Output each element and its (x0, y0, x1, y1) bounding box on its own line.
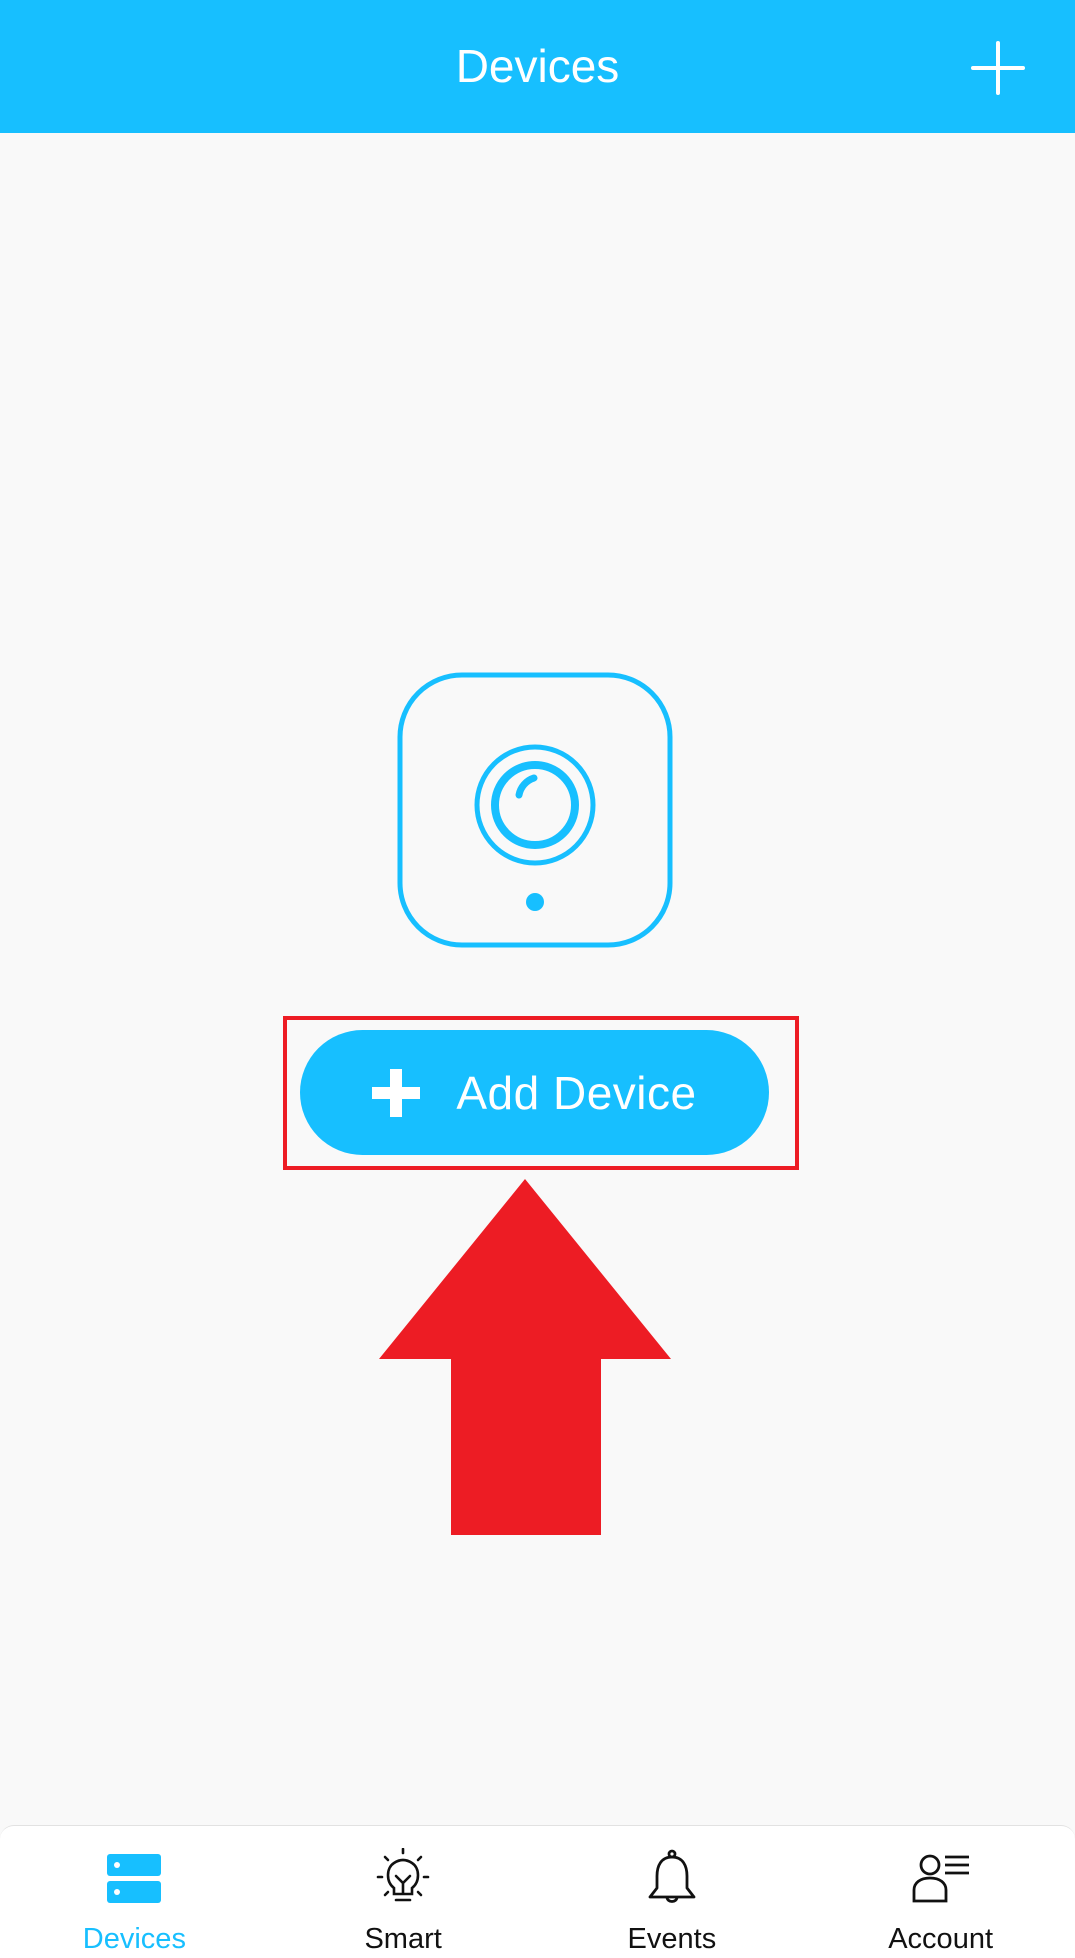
nav-label: Events (627, 1923, 717, 1955)
nav-item-account[interactable]: Account (806, 1826, 1075, 1958)
bottom-nav: Devices Smart Events Account (0, 1825, 1075, 1958)
page-title: Devices (455, 40, 620, 92)
bell-icon (648, 1849, 696, 1903)
add-device-label: Add Device (456, 1066, 697, 1119)
nav-item-devices[interactable]: Devices (0, 1826, 269, 1958)
nav-item-smart[interactable]: Smart (269, 1826, 538, 1958)
annotation-up-arrow-icon (379, 1179, 671, 1535)
camera-icon (397, 672, 673, 948)
nav-label: Devices (82, 1923, 186, 1955)
nav-label: Smart (364, 1923, 442, 1955)
plus-icon (971, 41, 1025, 95)
devices-icon (107, 1854, 162, 1903)
plus-icon (372, 1068, 421, 1117)
account-icon (912, 1854, 969, 1903)
header-add-button[interactable] (970, 40, 1026, 96)
add-device-button[interactable]: Add Device (300, 1030, 769, 1155)
nav-label: Account (888, 1923, 994, 1955)
nav-item-events[interactable]: Events (538, 1826, 807, 1958)
lightbulb-icon (376, 1848, 430, 1902)
app-header: Devices (0, 0, 1075, 133)
